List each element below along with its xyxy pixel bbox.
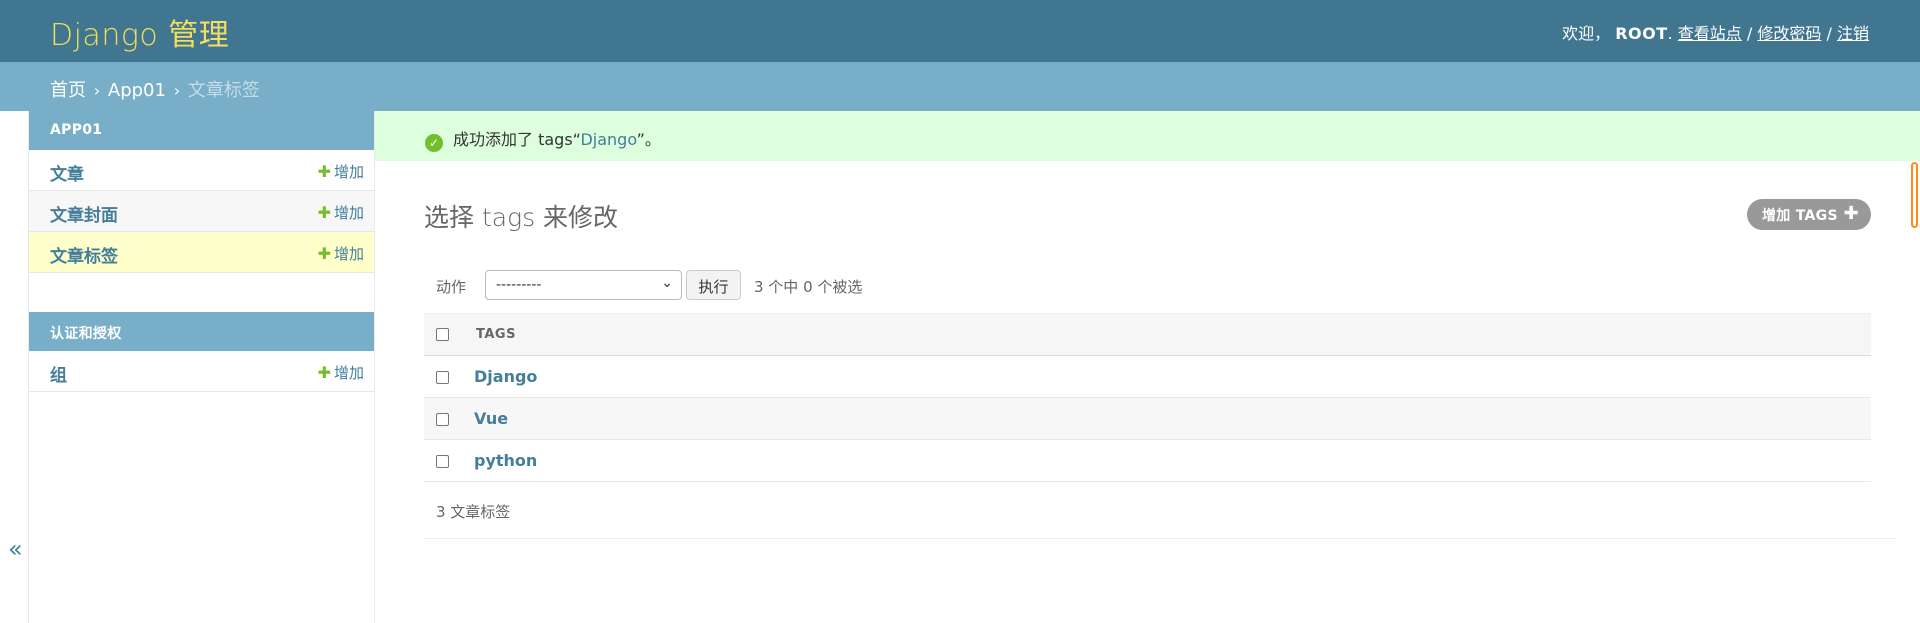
row-checkbox-cell [424, 355, 464, 398]
paginator: 3 文章标签 [424, 485, 1896, 539]
add-tags-label[interactable]: 增加 TAGS [1762, 208, 1838, 224]
logout-link[interactable]: 注销 [1837, 24, 1869, 43]
message-text-end: ”。 [636, 130, 661, 149]
action-select-value[interactable]: --------- [496, 277, 541, 293]
add-link[interactable]: ✚ 增加 [318, 161, 364, 182]
plus-icon: ✚ [317, 203, 331, 222]
sidebar-item-label[interactable]: 组 [50, 361, 67, 386]
row-checkbox-cell [424, 397, 464, 440]
breadcrumb-app[interactable]: App01 [108, 80, 166, 101]
table-row: Vue [424, 397, 1871, 440]
add-link[interactable]: ✚ 增加 [318, 202, 364, 223]
table-row: python [424, 439, 1871, 482]
sidebar-item-article[interactable]: 文章 ✚ 增加 [29, 150, 374, 191]
add-label[interactable]: 增加 [334, 204, 364, 222]
actions-bar: 动作 --------- ⌄ 执行 3 个中 0 个被选 [424, 270, 1920, 302]
select-all-cell [424, 313, 464, 356]
module-caption-app01[interactable]: APP01 [29, 111, 374, 150]
main-content: ✓ 成功添加了 tags“Django”。 选择 tags 来修改 增加 TAGS… [375, 111, 1920, 623]
breadcrumb-separator: › [173, 81, 181, 100]
site-branding[interactable]: Django 管理 [50, 10, 229, 54]
scrollbar-thumb[interactable] [1911, 162, 1918, 228]
sidebar-item-label[interactable]: 文章封面 [50, 201, 118, 226]
tag-cell: python [464, 439, 1871, 482]
scrollbar[interactable] [1908, 162, 1920, 228]
plus-icon: ✚ [1843, 203, 1859, 224]
tag-link[interactable]: Django [474, 367, 537, 386]
sidebar-item-article-cover[interactable]: 文章封面 ✚ 增加 [29, 191, 374, 232]
username: ROOT [1615, 24, 1668, 43]
nav-sidebar: APP01 文章 ✚ 增加 文章封面 ✚ 增加 文章标签 ✚ 增加 认证和授权 组 ✚… [29, 111, 375, 623]
breadcrumb: 首页 › App01 › 文章标签 [0, 62, 1920, 111]
column-header-tags[interactable]: TAGS [464, 313, 1871, 356]
selection-counter: 3 个中 0 个被选 [754, 278, 863, 296]
plus-icon: ✚ [317, 162, 331, 181]
module-caption-auth[interactable]: 认证和授权 [29, 312, 374, 351]
change-password-link[interactable]: 修改密码 [1757, 24, 1821, 43]
page-title: 选择 tags 来修改 [424, 203, 619, 232]
chevron-down-icon[interactable]: ⌄ [661, 275, 673, 291]
add-label[interactable]: 增加 [334, 364, 364, 382]
row-checkbox[interactable] [436, 455, 449, 468]
breadcrumb-home[interactable]: 首页 [50, 80, 86, 101]
tag-link[interactable]: Vue [474, 409, 508, 428]
breadcrumb-separator: › [93, 81, 101, 100]
add-label[interactable]: 增加 [334, 245, 364, 263]
view-site-link[interactable]: 查看站点 [1678, 24, 1742, 43]
action-label: 动作 [436, 278, 467, 296]
separator: / [1826, 24, 1832, 43]
select-all-checkbox[interactable] [436, 328, 449, 341]
row-checkbox[interactable] [436, 371, 449, 384]
success-message: ✓ 成功添加了 tags“Django”。 [375, 111, 1920, 161]
go-button[interactable]: 执行 [686, 270, 741, 300]
message-text: 成功添加了 tags“ [453, 130, 581, 149]
action-select[interactable]: --------- ⌄ [485, 270, 682, 300]
row-checkbox[interactable] [436, 413, 449, 426]
plus-icon: ✚ [317, 363, 331, 382]
result-list: TAGS Django Vue python [424, 313, 1871, 482]
add-link[interactable]: ✚ 增加 [318, 362, 364, 383]
header: Django 管理 欢迎， ROOT. 查看站点 / 修改密码 / 注销 [0, 0, 1920, 62]
row-checkbox-cell [424, 439, 464, 482]
table-header-row: TAGS [424, 313, 1871, 356]
tag-link[interactable]: python [474, 451, 537, 470]
sidebar-item-label[interactable]: 文章 [50, 160, 84, 185]
module-app01: APP01 文章 ✚ 增加 文章封面 ✚ 增加 文章标签 ✚ 增加 [29, 111, 374, 273]
add-label[interactable]: 增加 [334, 163, 364, 181]
sidebar-item-label[interactable]: 文章标签 [50, 242, 118, 267]
toggle-nav-sidebar[interactable]: « [0, 111, 29, 623]
tag-cell: Vue [464, 397, 1871, 440]
table-row: Django [424, 355, 1871, 398]
user-tools: 欢迎， ROOT. 查看站点 / 修改密码 / 注销 [1562, 24, 1869, 43]
module-auth: 认证和授权 组 ✚ 增加 [29, 312, 374, 392]
collapse-sidebar-icon[interactable]: « [8, 535, 23, 563]
add-link[interactable]: ✚ 增加 [318, 243, 364, 264]
plus-icon: ✚ [317, 244, 331, 263]
tag-cell: Django [464, 355, 1871, 398]
add-tags-button[interactable]: 增加 TAGS ✚ [1747, 199, 1871, 230]
welcome-text: 欢迎， [1562, 24, 1611, 43]
module-gap [29, 273, 374, 312]
separator: / [1746, 24, 1753, 43]
success-check-icon: ✓ [425, 134, 443, 152]
message-link[interactable]: Django [580, 130, 636, 149]
sidebar-item-article-tags[interactable]: 文章标签 ✚ 增加 [29, 232, 374, 273]
sidebar-item-group[interactable]: 组 ✚ 增加 [29, 351, 374, 392]
breadcrumb-current: 文章标签 [187, 80, 260, 101]
